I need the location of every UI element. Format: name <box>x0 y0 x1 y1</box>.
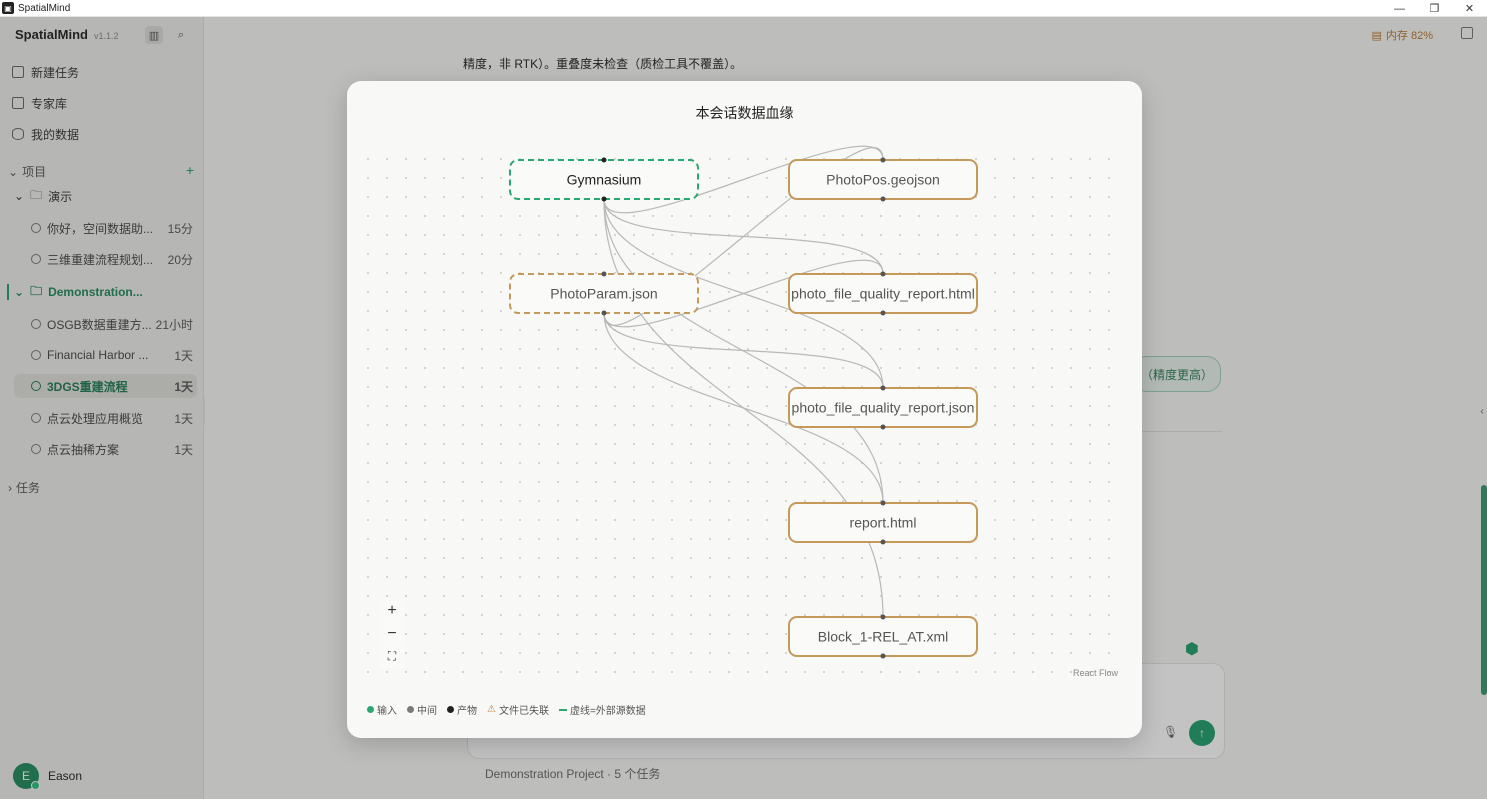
output-dot-icon <box>447 706 454 713</box>
node-label: photo_file_quality_report.html <box>791 286 975 302</box>
node-label: PhotoParam.json <box>550 286 657 302</box>
zoom-controls: + − ⛶ <box>380 599 404 668</box>
graph-background <box>367 141 1122 686</box>
app-logo-icon: ▣ <box>2 2 14 14</box>
lineage-node-report[interactable]: report.html <box>788 500 978 545</box>
node-handle[interactable] <box>601 310 607 316</box>
node-label: PhotoPos.geojson <box>826 172 940 188</box>
node-handle[interactable] <box>880 653 886 659</box>
legend-label: 产物 <box>457 706 477 717</box>
node-handle[interactable] <box>601 196 607 202</box>
window-title: SpatialMind <box>18 2 71 14</box>
node-handle[interactable] <box>880 310 886 316</box>
legend-label: 文件已失联 <box>498 706 549 717</box>
node-handle[interactable] <box>880 614 886 620</box>
close-icon[interactable]: ✕ <box>1452 0 1487 17</box>
input-dot-icon <box>367 706 374 713</box>
node-handle[interactable] <box>601 271 607 277</box>
window-controls: — ❐ ✕ <box>1382 0 1487 17</box>
node-handle[interactable] <box>880 271 886 277</box>
lineage-graph[interactable]: Gymnasium PhotoParam.json PhotoPos.geojson… <box>347 81 1142 738</box>
legend-intermediate: 中间 <box>407 702 437 717</box>
zoom-out-button[interactable]: − <box>380 622 404 645</box>
zoom-in-button[interactable]: + <box>380 599 404 622</box>
legend-lost: ⚠ 文件已失联 <box>487 702 549 717</box>
node-handle[interactable] <box>601 157 607 163</box>
node-handle[interactable] <box>880 157 886 163</box>
node-label: report.html <box>850 515 917 531</box>
node-label: photo_file_quality_report.json <box>792 400 975 416</box>
node-handle[interactable] <box>880 424 886 430</box>
node-handle[interactable] <box>880 385 886 391</box>
lineage-node-qjson[interactable]: photo_file_quality_report.json <box>788 385 978 430</box>
lineage-node-pos[interactable]: PhotoPos.geojson <box>788 157 978 202</box>
node-handle[interactable] <box>880 500 886 506</box>
lineage-node-qhtml[interactable]: photo_file_quality_report.html <box>788 271 978 316</box>
legend: 输入 中间 产物 ⚠ 文件已失联 虚线=外部源数据 <box>367 702 646 717</box>
legend-output: 产物 <box>447 702 477 717</box>
lineage-node-block[interactable]: Block_1-REL_AT.xml <box>788 614 978 659</box>
lineage-node-param[interactable]: PhotoParam.json <box>509 271 699 316</box>
intermediate-dot-icon <box>407 706 414 713</box>
node-label: Gymnasium <box>567 172 642 188</box>
legend-label: 输入 <box>377 706 397 717</box>
lineage-node-gym[interactable]: Gymnasium <box>509 157 699 202</box>
minimize-icon[interactable]: — <box>1382 0 1417 17</box>
legend-dashed: 虚线=外部源数据 <box>558 702 646 717</box>
window-titlebar: ▣ SpatialMind — ❐ ✕ <box>0 0 1487 17</box>
legend-label: 中间 <box>417 706 437 717</box>
node-handle[interactable] <box>880 539 886 545</box>
node-label: Block_1-REL_AT.xml <box>818 629 948 645</box>
lineage-modal: 本会话数据血缘 Gymnasium PhotoParam.json PhotoPos… <box>347 81 1142 738</box>
node-handle[interactable] <box>880 196 886 202</box>
legend-label: 虚线=外部源数据 <box>569 706 646 717</box>
warning-icon: ⚠ <box>487 704 496 715</box>
legend-input: 输入 <box>367 702 397 717</box>
restore-icon[interactable]: ❐ <box>1417 0 1452 17</box>
fit-view-button[interactable]: ⛶ <box>380 645 404 668</box>
dash-line-icon <box>558 708 567 711</box>
react-flow-attribution[interactable]: React Flow <box>1073 668 1118 678</box>
